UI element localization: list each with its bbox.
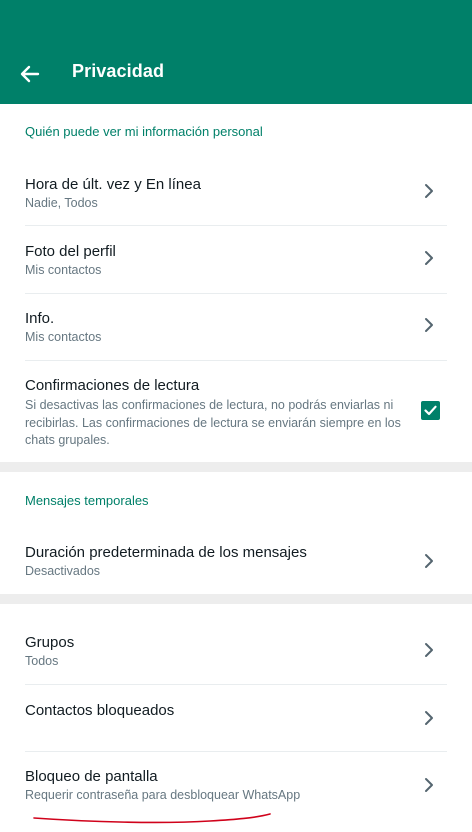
chevron-right-icon [425, 554, 433, 568]
chevron-right-icon [425, 778, 433, 792]
screen-lock-label: Bloqueo de pantalla [25, 768, 158, 785]
read-receipts-label: Confirmaciones de lectura [25, 377, 200, 394]
last-seen-row[interactable]: Hora de últ. vez y En línea Nadie, Todos [0, 156, 472, 224]
section-title-personal: Quién puede ver mi información personal [25, 124, 263, 139]
about-row[interactable]: Info. Mis contactos [0, 294, 472, 361]
profile-photo-value: Mis contactos [25, 263, 102, 277]
back-arrow-icon [20, 65, 40, 83]
section-title-temporary: Mensajes temporales [25, 493, 149, 508]
other-settings-section: Grupos Todos Contactos bloqueados Bloque… [0, 604, 472, 832]
default-duration-label: Duración predeterminada de los mensajes [25, 544, 307, 561]
screen-lock-value: Requerir contraseña para desbloquear Wha… [25, 788, 301, 802]
default-duration-row[interactable]: Duración predeterminada de los mensajes … [0, 524, 472, 594]
blocked-contacts-row[interactable]: Contactos bloqueados [0, 685, 472, 752]
read-receipts-row[interactable]: Confirmaciones de lectura Si desactivas … [0, 361, 472, 461]
about-label: Info. [25, 310, 55, 327]
checkmark-icon [424, 405, 437, 416]
personal-info-section: Quién puede ver mi información personal … [0, 104, 472, 462]
chevron-right-icon [425, 711, 433, 725]
default-duration-value: Desactivados [25, 564, 101, 578]
last-seen-value: Nadie, Todos [25, 196, 98, 210]
last-seen-label: Hora de últ. vez y En línea [25, 176, 201, 193]
read-receipts-desc-line: recibirlas. Las confirmaciones de lectur… [25, 415, 401, 430]
chevron-right-icon [425, 184, 433, 198]
read-receipts-checkbox[interactable] [421, 401, 440, 420]
groups-label: Grupos [25, 634, 75, 651]
profile-photo-row[interactable]: Foto del perfil Mis contactos [0, 226, 472, 293]
groups-value: Todos [25, 654, 59, 668]
temporary-messages-section: Mensajes temporales Duración predetermin… [0, 472, 472, 594]
read-receipts-description: Si desactivas las confirmaciones de lect… [25, 397, 420, 450]
read-receipts-desc-line: chats grupales. [25, 433, 110, 447]
back-button[interactable] [14, 58, 46, 90]
about-value: Mis contactos [25, 330, 102, 344]
blocked-contacts-label: Contactos bloqueados [25, 702, 175, 719]
profile-photo-label: Foto del perfil [25, 243, 116, 260]
chevron-right-icon [425, 318, 433, 332]
groups-row[interactable]: Grupos Todos [0, 616, 472, 684]
read-receipts-desc-line: Si desactivas las confirmaciones de lect… [25, 398, 394, 412]
chevron-right-icon [425, 643, 433, 657]
red-underline-annotation [33, 813, 271, 824]
app-header: Privacidad [0, 0, 472, 104]
page-title: Privacidad [72, 61, 165, 81]
chevron-right-icon [425, 251, 433, 265]
